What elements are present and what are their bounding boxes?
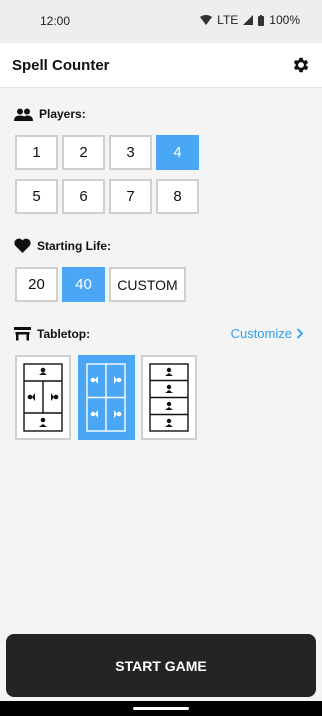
player-option-5[interactable]: 5 xyxy=(15,179,58,214)
customize-link[interactable]: Customize xyxy=(231,326,304,341)
player-option-1[interactable]: 1 xyxy=(15,135,58,170)
life-section-label: Starting Life: xyxy=(14,238,111,253)
battery-icon xyxy=(258,14,265,26)
player-option-3[interactable]: 3 xyxy=(109,135,152,170)
chevron-right-icon xyxy=(296,328,304,339)
life-option-custom[interactable]: CUSTOM xyxy=(109,267,186,302)
battery-label: 100% xyxy=(269,13,300,27)
network-label: LTE xyxy=(217,13,239,27)
tabletop-layout-3[interactable] xyxy=(141,355,197,440)
status-bar: 12:00 LTE 100% xyxy=(0,0,322,43)
player-option-7[interactable]: 7 xyxy=(109,179,152,214)
tabletop-layout-2[interactable] xyxy=(78,355,135,440)
layout-grid-icon xyxy=(86,363,126,432)
tabletop-layout-1[interactable] xyxy=(15,355,71,440)
people-icon xyxy=(14,108,33,121)
player-option-2[interactable]: 2 xyxy=(62,135,105,170)
player-option-8[interactable]: 8 xyxy=(156,179,199,214)
layout-top-sides-bottom-icon xyxy=(23,363,63,432)
home-gesture-handle[interactable] xyxy=(133,707,189,710)
gear-icon[interactable] xyxy=(291,55,311,75)
app-bar: Spell Counter xyxy=(0,43,322,88)
heart-icon xyxy=(14,238,31,253)
wifi-icon xyxy=(200,15,213,25)
life-option-20[interactable]: 20 xyxy=(15,267,58,302)
layout-rows-icon xyxy=(149,363,189,432)
status-time: 12:00 xyxy=(40,14,71,28)
start-game-button[interactable]: START GAME xyxy=(6,634,316,697)
system-nav-bar xyxy=(0,701,322,716)
app-title: Spell Counter xyxy=(12,57,110,74)
players-section-label: Players: xyxy=(14,107,86,121)
signal-icon xyxy=(243,15,254,25)
tabletop-section-label: Tabletop: xyxy=(14,326,90,341)
life-option-40[interactable]: 40 xyxy=(62,267,105,302)
player-option-6[interactable]: 6 xyxy=(62,179,105,214)
table-icon xyxy=(14,327,31,341)
player-option-4[interactable]: 4 xyxy=(156,135,199,170)
